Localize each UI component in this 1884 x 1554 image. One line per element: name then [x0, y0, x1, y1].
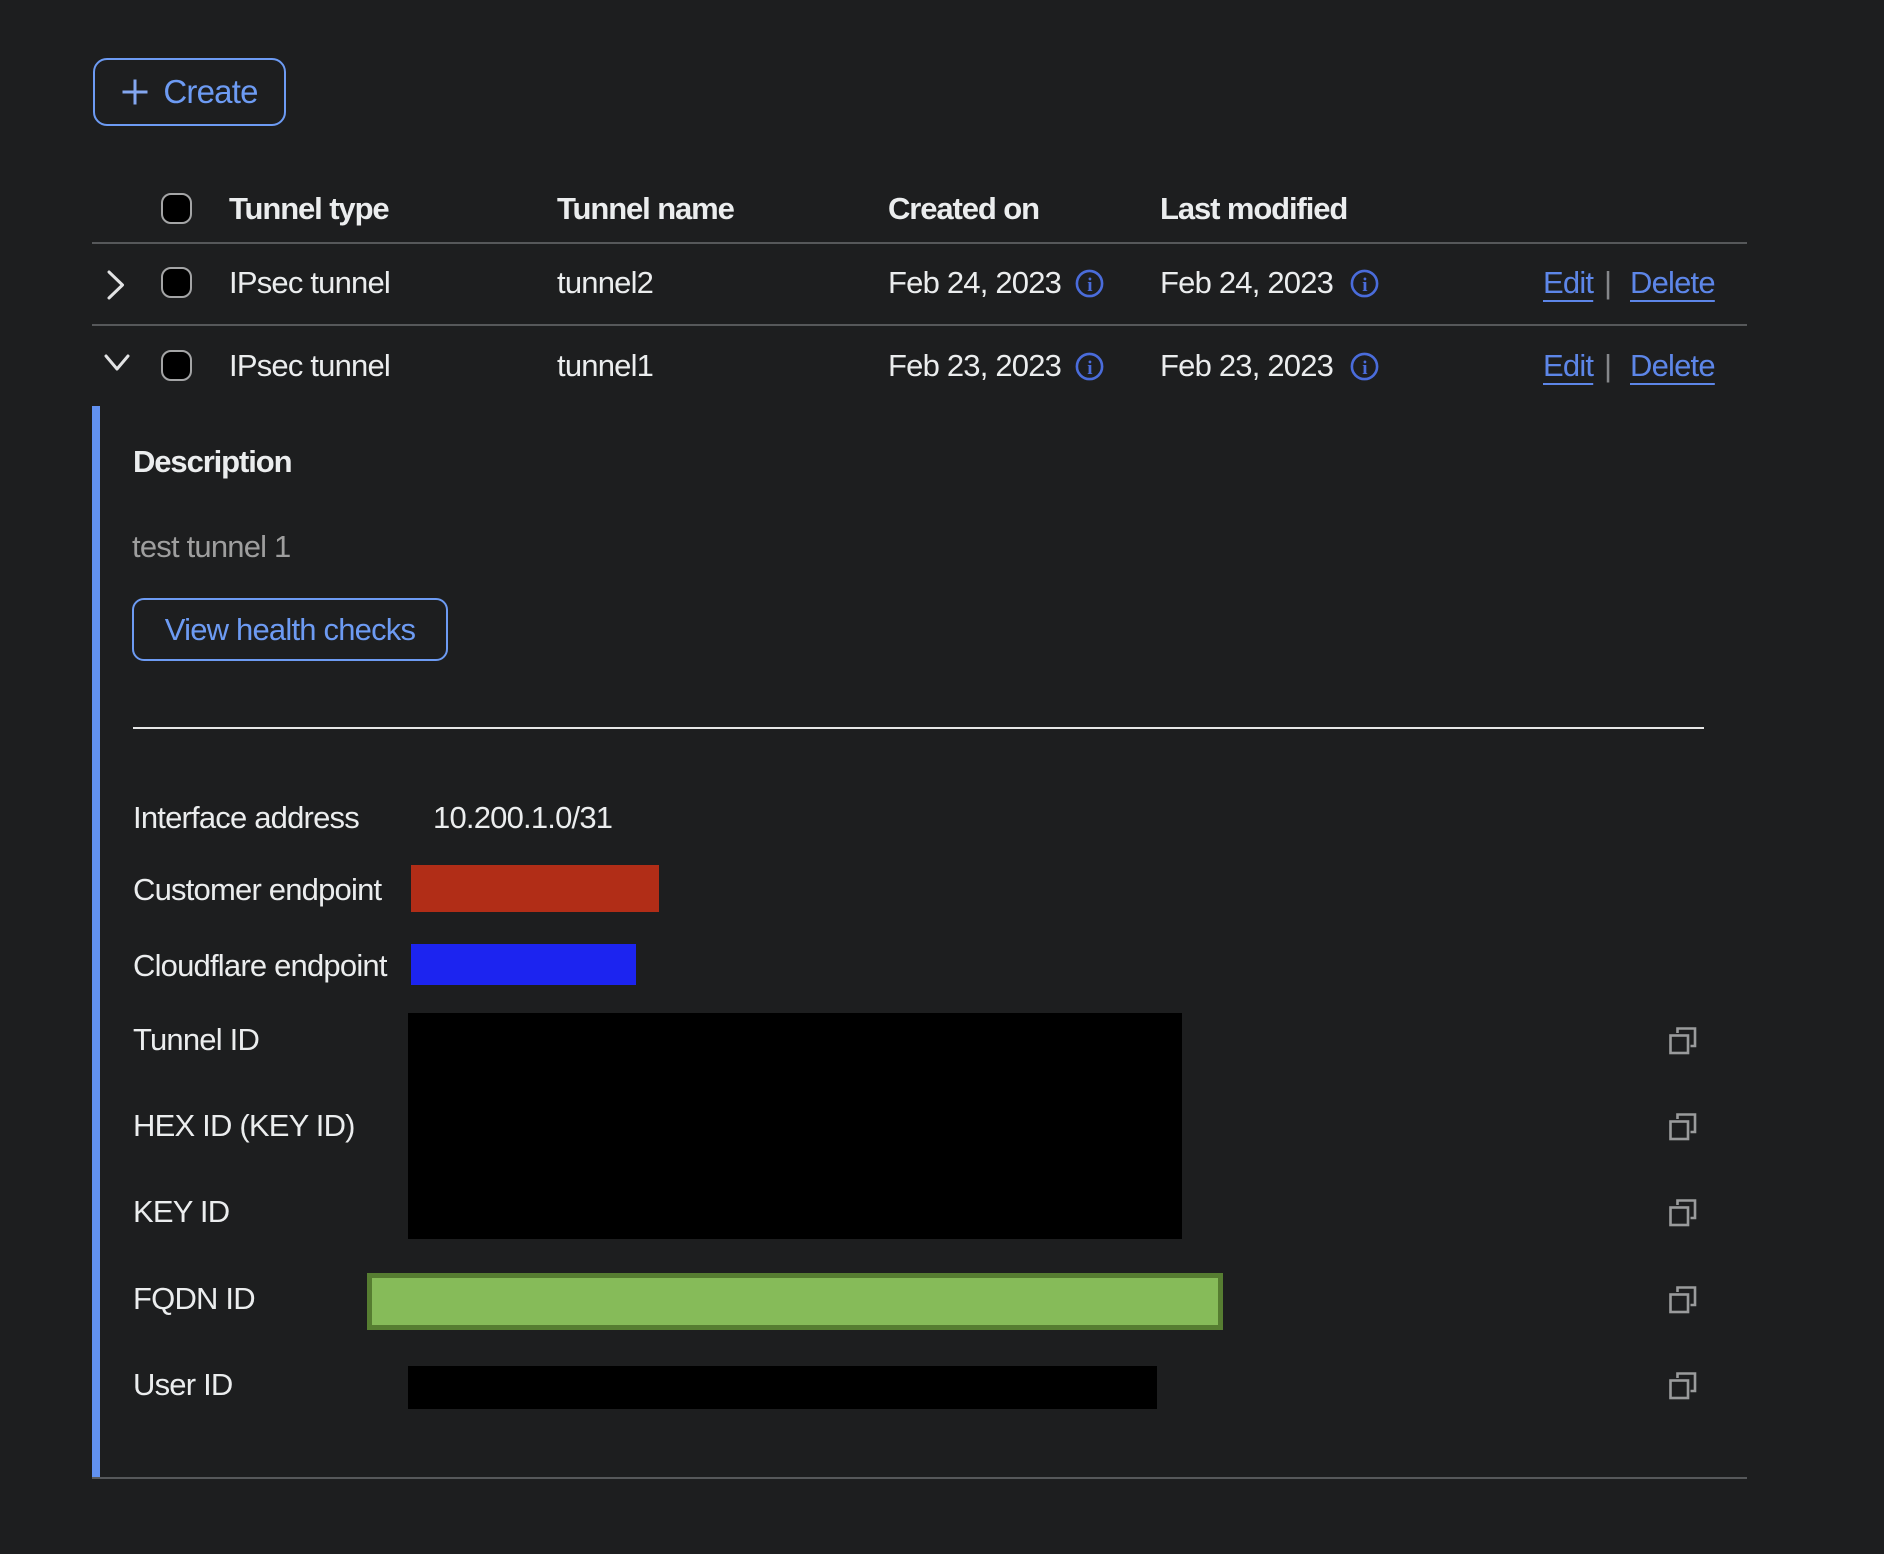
svg-text:i: i — [1362, 358, 1367, 379]
svg-text:i: i — [1087, 275, 1092, 296]
svg-text:i: i — [1362, 275, 1367, 296]
svg-text:i: i — [1087, 358, 1092, 379]
